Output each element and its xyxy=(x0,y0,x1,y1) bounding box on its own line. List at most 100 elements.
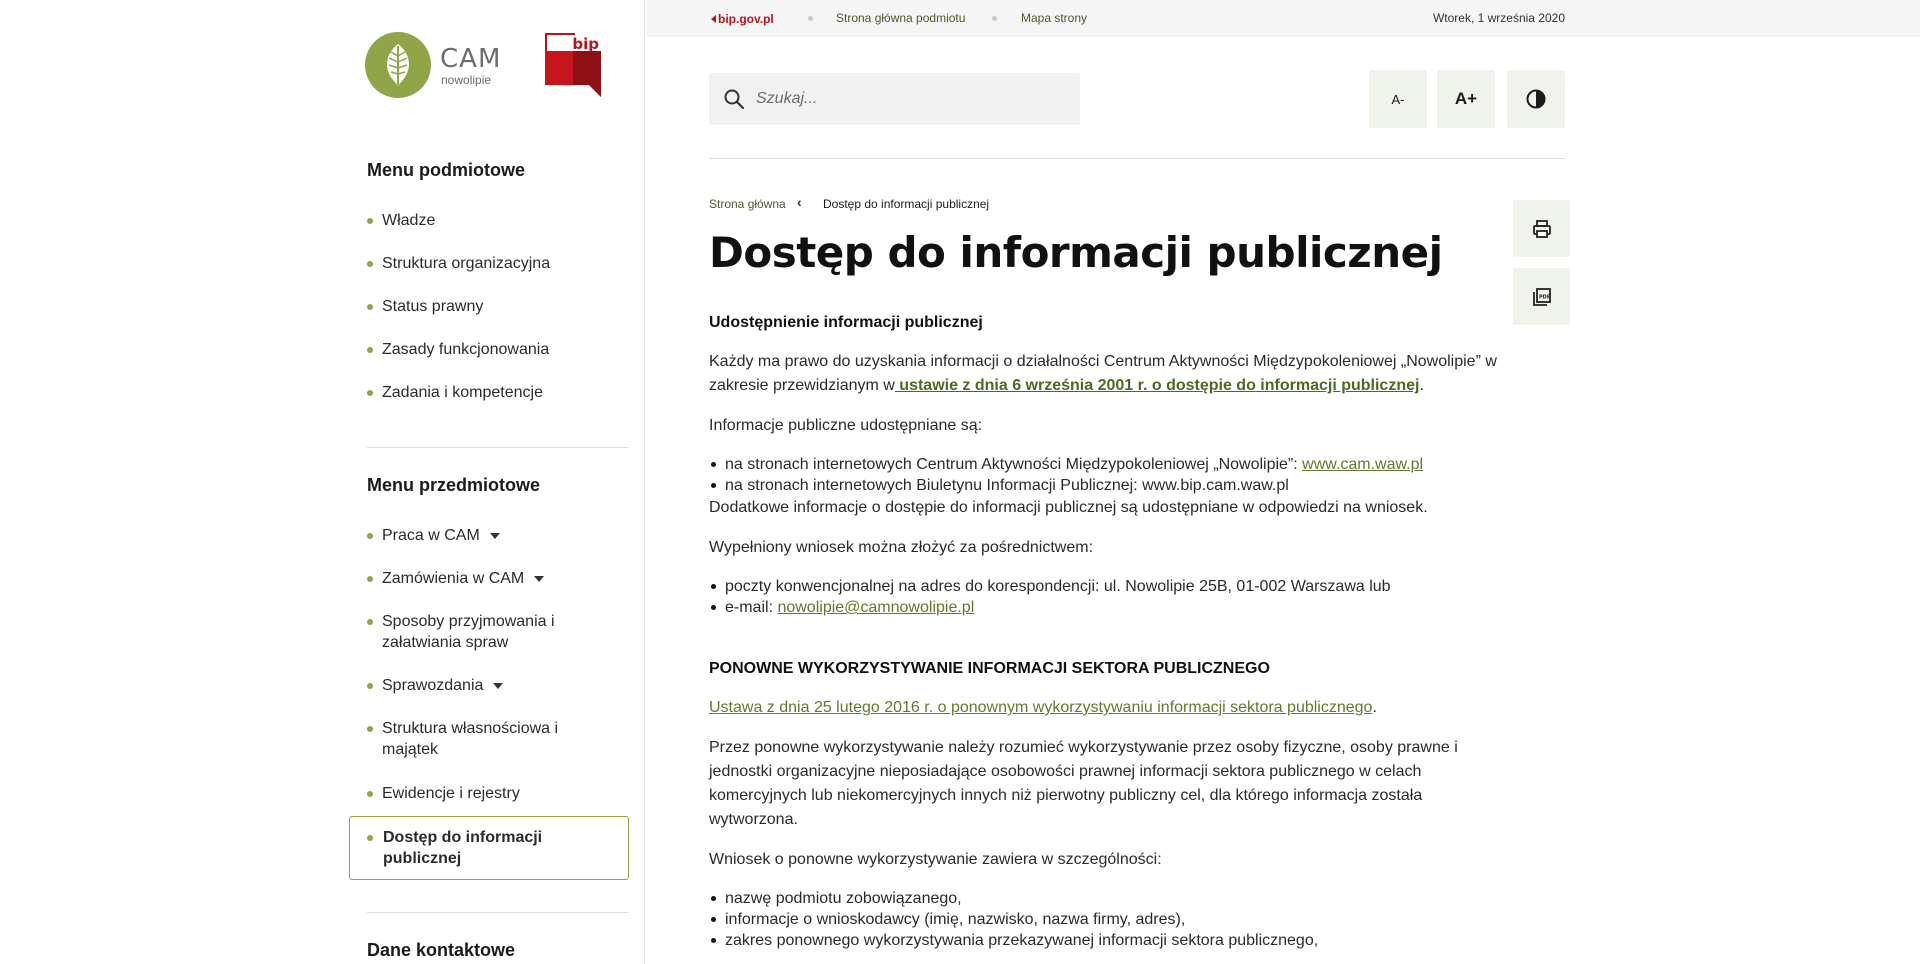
sidebar-item-zasady-funkcjonowania[interactable]: Zasady funkcjonowania xyxy=(367,339,627,360)
bullet-icon xyxy=(367,619,373,625)
sidebar-item-wladze[interactable]: Władze xyxy=(367,210,627,231)
paragraph: Każdy ma prawo do uzyskania informacji o… xyxy=(709,350,1499,398)
sidebar-item-dostep-do-informacji[interactable]: Dostęp do informacji publicznej xyxy=(349,816,629,880)
sidebar-item-label: Zasady funkcjonowania xyxy=(382,341,550,358)
sidebar-item-status-prawny[interactable]: Status prawny xyxy=(367,296,627,317)
caret-down-icon[interactable] xyxy=(489,532,500,539)
sidebar-item-label: Sprawozdania xyxy=(382,677,484,694)
sidebar-item-label: Praca w CAM xyxy=(382,527,480,544)
sidebar-item-sprawozdania[interactable]: Sprawozdania xyxy=(367,675,627,696)
search-icon[interactable] xyxy=(723,88,745,110)
bip-logo[interactable]: bip xyxy=(545,33,603,97)
bullet-icon xyxy=(367,576,373,582)
section-heading: PONOWNE WYKORZYSTYWANIE INFORMACJI SEKTO… xyxy=(709,660,1270,677)
sidebar-item-zadania-i-kompetencje[interactable]: Zadania i kompetencje xyxy=(367,382,627,403)
list: poczty konwencjonalnej na adres do kores… xyxy=(709,576,1499,618)
sidebar-item-label: Struktura organizacyjna xyxy=(382,255,551,272)
bullet-icon xyxy=(367,390,373,396)
email-link[interactable]: nowolipie@camnowolipie.pl xyxy=(777,599,974,616)
paragraph: Dodatkowe informacje o dostępie do infor… xyxy=(709,499,1428,516)
print-icon xyxy=(1532,219,1551,238)
list-item: na stronach internetowych Biuletynu Info… xyxy=(709,475,1499,496)
chevron-left-icon: ‹ xyxy=(797,194,802,210)
bullet-icon xyxy=(367,726,373,732)
search-input[interactable] xyxy=(756,73,1066,125)
sidebar-item-label: Władze xyxy=(382,212,436,229)
caret-down-icon[interactable] xyxy=(493,682,504,689)
home-link[interactable]: Strona główna podmiotu xyxy=(836,11,965,25)
print-button[interactable] xyxy=(1513,200,1570,257)
font-decrease-button[interactable]: A- xyxy=(1369,70,1427,128)
bullet-icon xyxy=(367,261,373,267)
bip-gov-link[interactable]: bip.gov.pl xyxy=(711,12,774,26)
bullet-icon xyxy=(367,683,373,689)
bullet-icon xyxy=(367,533,373,539)
bip-logo-text: bip xyxy=(572,35,599,53)
sidebar-item-struktura-organizacyjna[interactable]: Struktura organizacyjna xyxy=(367,253,627,274)
cam-website-link[interactable]: www.cam.waw.pl xyxy=(1302,456,1423,473)
list: na stronach internetowych Centrum Aktywn… xyxy=(709,454,1499,496)
sidebar-divider xyxy=(367,447,628,448)
sidebar-item-zamowienia-w-cam[interactable]: Zamówienia w CAM xyxy=(367,568,627,589)
sidebar-item-label: Zamówienia w CAM xyxy=(382,570,525,587)
sidebar-item-praca-w-cam[interactable]: Praca w CAM xyxy=(367,525,627,546)
font-decrease-label: A- xyxy=(1391,91,1405,107)
cam-logo-name: CAM xyxy=(440,44,502,74)
contrast-button[interactable] xyxy=(1507,70,1565,128)
cam-logo[interactable]: CAM nowolipie xyxy=(365,32,500,98)
svg-text:PDF: PDF xyxy=(1539,294,1550,300)
list-item-text: e-mail: xyxy=(725,599,778,616)
header-divider xyxy=(709,158,1565,159)
paragraph: Ustawa z dnia 25 lutego 2016 r. o ponown… xyxy=(709,696,1499,720)
cam-logo-sub: nowolipie xyxy=(441,73,492,87)
act-2001-link[interactable]: ustawie z dnia 6 września 2001 r. o dost… xyxy=(895,377,1419,394)
page-title: Dostęp do informacji publicznej xyxy=(709,228,1443,277)
sidebar-item-label: Sposoby przyjmowania i załatwiania spraw xyxy=(382,613,555,651)
sidebar-item-struktura-wlasnosciowa[interactable]: Struktura własnościowa i majątek xyxy=(367,718,567,760)
paragraph-text: . xyxy=(1419,377,1424,394)
bip-gov-link-text: bip.gov.pl xyxy=(718,12,774,26)
sitemap-link[interactable]: Mapa strony xyxy=(1021,11,1087,25)
main-content: Udostępnienie informacji publicznej Każd… xyxy=(709,312,1499,951)
search-box[interactable] xyxy=(709,73,1080,125)
list-item: poczty konwencjonalnej na adres do kores… xyxy=(709,576,1499,597)
menu-podmiotowe-heading: Menu podmiotowe xyxy=(367,160,525,180)
list-item: zakres ponownego wykorzystywania przekaz… xyxy=(709,930,1499,951)
top-separator xyxy=(808,16,813,21)
pdf-button[interactable]: PDF xyxy=(1513,268,1570,325)
section-heading: Udostępnienie informacji publicznej xyxy=(709,314,983,331)
list-item: e-mail: nowolipie@camnowolipie.pl xyxy=(709,597,1499,618)
font-increase-button[interactable]: A+ xyxy=(1437,70,1495,128)
sidebar-item-label: Ewidencje i rejestry xyxy=(382,785,520,802)
paragraph: Wypełniony wniosek można złożyć za pośre… xyxy=(709,539,1094,556)
sidebar-item-label: Zadania i kompetencje xyxy=(382,384,543,401)
top-separator xyxy=(992,16,997,21)
sidebar-divider xyxy=(367,912,628,913)
top-bar: bip.gov.pl Strona główna podmiotu Mapa s… xyxy=(646,0,1920,37)
bullet-icon xyxy=(367,304,373,310)
sidebar-item-ewidencje-i-rejestry[interactable]: Ewidencje i rejestry xyxy=(367,783,627,804)
menu-przedmiotowe-heading: Menu przedmiotowe xyxy=(367,475,541,495)
paragraph: Przez ponowne wykorzystywanie należy roz… xyxy=(709,739,1458,828)
paragraph: Informacje publiczne udostępniane są: xyxy=(709,417,983,434)
pdf-icon: PDF xyxy=(1532,287,1551,306)
bullet-icon xyxy=(367,791,373,797)
breadcrumb-home[interactable]: Strona główna xyxy=(709,197,786,211)
list: nazwę podmiotu zobowiązanego, informacje… xyxy=(709,888,1499,951)
paragraph: Wniosek o ponowne wykorzystywanie zawier… xyxy=(709,851,1162,868)
breadcrumb-current: Dostęp do informacji publicznej xyxy=(823,197,990,211)
caret-down-icon[interactable] xyxy=(534,575,545,582)
font-increase-label: A+ xyxy=(1454,89,1478,108)
bip-arrow-icon xyxy=(711,15,716,23)
current-date: Wtorek, 1 września 2020 xyxy=(1432,11,1565,25)
act-2016-link[interactable]: Ustawa z dnia 25 lutego 2016 r. o ponown… xyxy=(709,699,1372,716)
leaf-logo-icon xyxy=(387,44,409,86)
sidebar-item-label: Dostęp do informacji publicznej xyxy=(383,829,543,867)
sidebar-item-label: Struktura własnościowa i majątek xyxy=(382,720,559,758)
list-item: na stronach internetowych Centrum Aktywn… xyxy=(709,454,1499,475)
bullet-icon xyxy=(367,218,373,224)
sidebar-item-label: Status prawny xyxy=(382,298,484,315)
list-item: informacje o wnioskodawcy (imię, nazwisk… xyxy=(709,909,1499,930)
paragraph-text: . xyxy=(1372,699,1377,716)
sidebar-item-sposoby-przyjmowania[interactable]: Sposoby przyjmowania i załatwiania spraw xyxy=(367,611,567,653)
